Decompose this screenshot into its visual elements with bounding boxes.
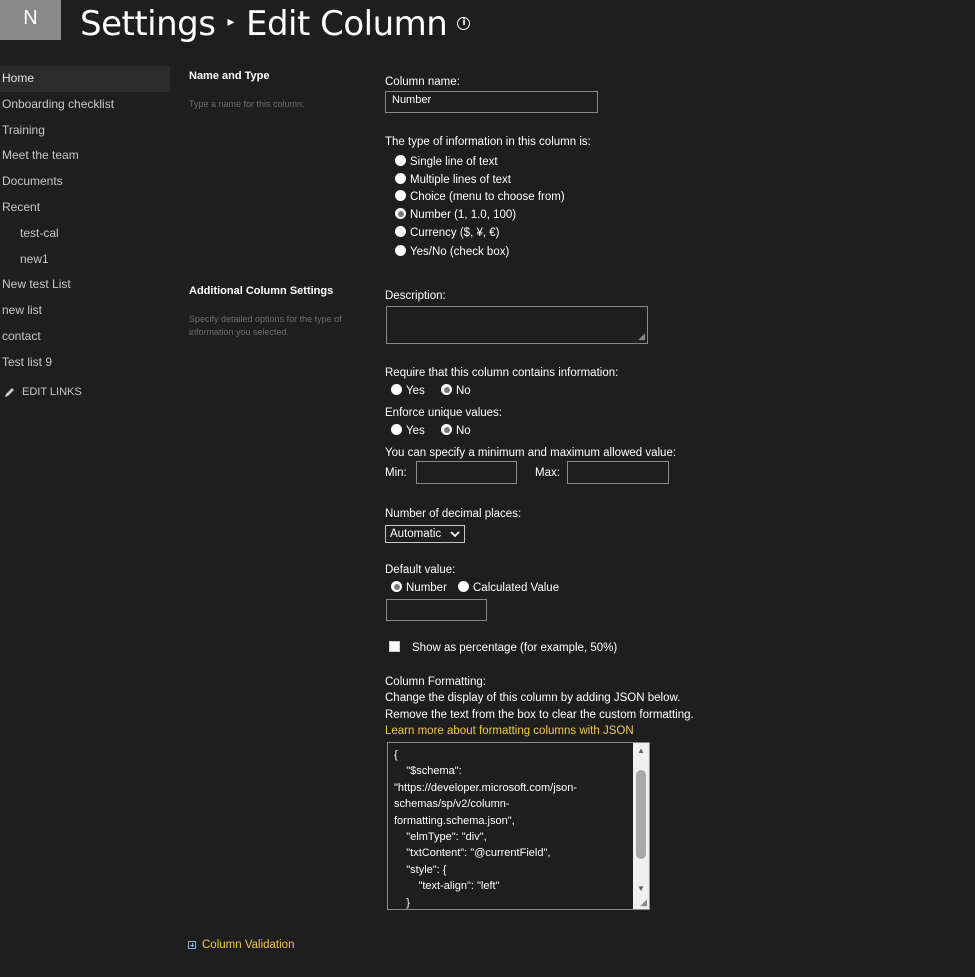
resize-grip-icon[interactable]: ◢: [638, 331, 645, 342]
unique-no-label: No: [456, 425, 471, 437]
unique-label: Enforce unique values:: [385, 407, 502, 419]
radio-icon[interactable]: [395, 226, 406, 238]
radio-checked-icon[interactable]: [441, 384, 452, 396]
description-textarea[interactable]: ◢: [386, 306, 648, 344]
nav-item-new1[interactable]: new1: [0, 247, 170, 273]
description-label: Description:: [385, 290, 446, 302]
site-logo[interactable]: N: [0, 0, 61, 40]
column-name-input[interactable]: Number: [385, 91, 598, 113]
radio-icon[interactable]: [395, 173, 406, 185]
nav-item-new-list[interactable]: new list: [0, 298, 170, 324]
type-label: The type of information in this column i…: [385, 136, 591, 148]
json-formatting-text[interactable]: { "$schema": "https://developer.microsof…: [394, 747, 632, 909]
edit-links-label: EDIT LINKS: [22, 385, 82, 398]
max-input[interactable]: [567, 461, 669, 484]
breadcrumb-separator-icon: ▸: [227, 13, 234, 30]
scroll-up-arrow-icon[interactable]: ▲: [633, 743, 649, 759]
radio-icon[interactable]: [395, 245, 406, 257]
type-option-label: Multiple lines of text: [410, 174, 511, 186]
require-label: Require that this column contains inform…: [385, 367, 619, 379]
breadcrumb-settings[interactable]: Settings: [80, 4, 216, 44]
default-calculated-label: Calculated Value: [473, 582, 560, 594]
require-no-label: No: [456, 385, 471, 397]
min-label: Min:: [385, 467, 407, 479]
json-formatting-textarea[interactable]: { "$schema": "https://developer.microsof…: [387, 742, 650, 910]
type-option-choice[interactable]: Choice (menu to choose from): [395, 190, 565, 203]
nav-item-training[interactable]: Training: [0, 118, 170, 144]
section-title-additional: Additional Column Settings: [189, 285, 334, 297]
require-yes-label: Yes: [406, 385, 425, 397]
type-option-currency[interactable]: Currency ($, ¥, €): [395, 226, 500, 239]
decimal-places-value: Automatic: [390, 528, 442, 540]
type-option-label: Number (1, 1.0, 100): [410, 209, 517, 221]
decimal-places-select[interactable]: Automatic: [385, 525, 465, 543]
edit-links-button[interactable]: EDIT LINKS: [0, 386, 170, 398]
formatting-help-line1: Change the display of this column by add…: [385, 692, 681, 704]
nav-item-new-test-list[interactable]: New test List: [0, 272, 170, 298]
site-logo-letter: N: [23, 6, 38, 29]
radio-checked-icon[interactable]: [391, 581, 402, 593]
column-validation-link[interactable]: Column Validation: [202, 939, 294, 951]
checkbox-icon[interactable]: [389, 641, 400, 653]
type-option-number[interactable]: Number (1, 1.0, 100): [395, 208, 517, 221]
column-validation-toggle[interactable]: Column Validation: [188, 939, 294, 951]
default-value-label: Default value:: [385, 564, 456, 576]
nav-item-recent[interactable]: Recent: [0, 195, 170, 221]
info-icon[interactable]: i: [457, 17, 471, 30]
show-percentage-label: Show as percentage (for example, 50%): [412, 642, 618, 654]
pencil-icon: [5, 387, 14, 397]
type-option-label: Choice (menu to choose from): [410, 191, 565, 203]
section-desc-additional: Specify detailed options for the type of…: [189, 314, 342, 337]
radio-icon[interactable]: [458, 581, 469, 593]
formatting-help-line2: Remove the text from the box to clear th…: [385, 709, 694, 721]
chevron-down-icon: [450, 531, 460, 538]
json-scrollbar[interactable]: ▲ ▼: [633, 743, 649, 909]
type-option-label: Single line of text: [410, 156, 498, 168]
default-number-label: Number: [406, 582, 447, 594]
unique-yes-radio[interactable]: Yes: [391, 424, 425, 437]
radio-checked-icon[interactable]: [395, 208, 406, 220]
radio-icon[interactable]: [395, 155, 406, 167]
nav-item-onboarding-checklist[interactable]: Onboarding checklist: [0, 92, 170, 118]
formatting-learn-more-link[interactable]: Learn more about formatting columns with…: [385, 725, 634, 737]
resize-grip-icon[interactable]: ◢: [640, 897, 647, 908]
show-percentage-checkbox[interactable]: Show as percentage (for example, 50%): [389, 641, 618, 654]
page-title-text: Edit Column: [245, 4, 448, 44]
type-option-label: Yes/No (check box): [410, 246, 510, 258]
radio-icon[interactable]: [391, 424, 402, 436]
unique-no-radio[interactable]: No: [441, 424, 471, 437]
quick-launch-nav: Home Onboarding checklist Training Meet …: [0, 66, 170, 398]
nav-item-contact[interactable]: contact: [0, 324, 170, 350]
nav-item-meet-the-team[interactable]: Meet the team: [0, 143, 170, 169]
minmax-label: You can specify a minimum and maximum al…: [385, 447, 677, 459]
scroll-down-arrow-icon[interactable]: ▼: [633, 881, 649, 897]
type-option-yes-no[interactable]: Yes/No (check box): [395, 245, 510, 258]
nav-item-documents[interactable]: Documents: [0, 169, 170, 195]
default-number-radio[interactable]: Number: [391, 581, 447, 594]
column-name-label: Column name:: [385, 76, 460, 88]
type-option-single-line[interactable]: Single line of text: [395, 155, 498, 168]
require-no-radio[interactable]: No: [441, 384, 471, 397]
type-option-label: Currency ($, ¥, €): [410, 227, 500, 239]
nav-item-test-list-9[interactable]: Test list 9: [0, 350, 170, 376]
page-title: Settings ▸ Edit Column i: [80, 4, 471, 44]
expand-plus-icon[interactable]: [188, 941, 196, 949]
radio-checked-icon[interactable]: [441, 424, 452, 436]
nav-item-test-cal[interactable]: test-cal: [0, 221, 170, 247]
default-value-input[interactable]: [386, 599, 487, 621]
unique-yes-label: Yes: [406, 425, 425, 437]
formatting-title: Column Formatting:: [385, 676, 486, 688]
section-desc-name-type: Type a name for this column.: [189, 99, 305, 109]
default-calculated-radio[interactable]: Calculated Value: [458, 581, 560, 594]
radio-icon[interactable]: [395, 190, 406, 202]
section-title-name-type: Name and Type: [189, 70, 270, 82]
type-option-multiple-lines[interactable]: Multiple lines of text: [395, 173, 511, 186]
scroll-thumb[interactable]: [636, 770, 646, 859]
max-label: Max:: [535, 467, 560, 479]
radio-icon[interactable]: [391, 384, 402, 396]
min-input[interactable]: [416, 461, 517, 484]
require-yes-radio[interactable]: Yes: [391, 384, 425, 397]
nav-item-home[interactable]: Home: [0, 66, 170, 92]
decimal-label: Number of decimal places:: [385, 508, 522, 520]
